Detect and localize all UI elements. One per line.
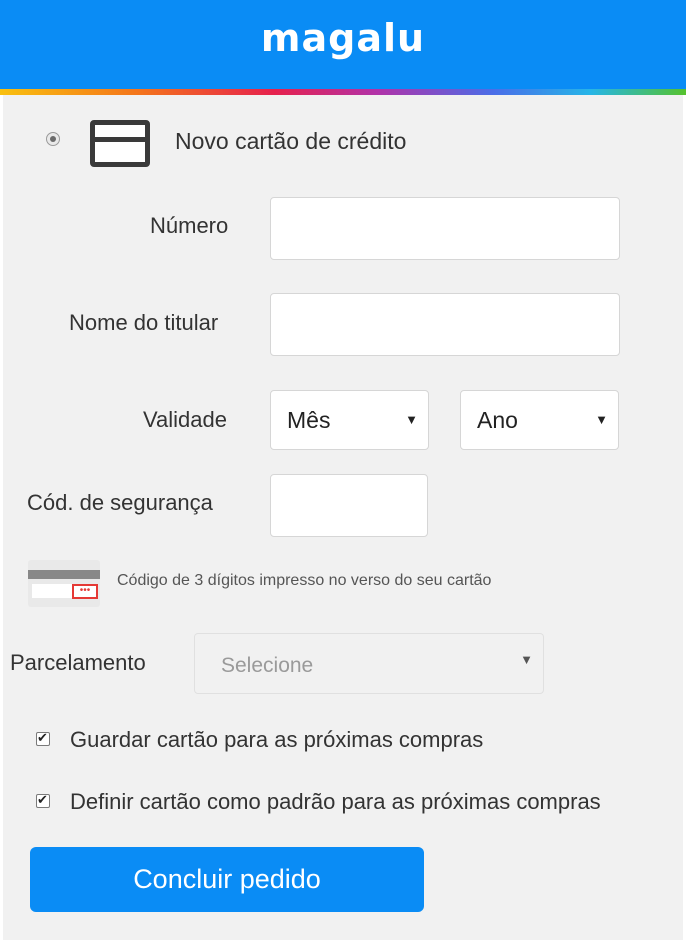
security-code-hint: Código de 3 dígitos impresso no verso do… — [117, 572, 492, 589]
card-number-input[interactable] — [270, 197, 620, 260]
expiry-month-select[interactable]: Mês ▼ — [270, 390, 429, 450]
expiry-year-value: Ano — [477, 407, 518, 433]
card-number-label: Número — [150, 213, 229, 238]
header-rainbow-bar — [0, 89, 686, 95]
new-card-radio[interactable] — [46, 132, 60, 146]
chevron-down-icon: ▼ — [595, 412, 608, 427]
card-back-icon: ••• — [28, 560, 100, 607]
cardholder-name-input[interactable] — [270, 293, 620, 356]
installments-label: Parcelamento — [10, 650, 146, 675]
complete-order-button[interactable]: Concluir pedido — [30, 847, 424, 912]
security-code-label: Cód. de segurança — [27, 490, 213, 515]
installments-placeholder: Selecione — [221, 654, 314, 677]
cardholder-name-label: Nome do titular — [69, 310, 219, 335]
credit-card-icon — [90, 120, 150, 167]
default-card-label: Definir cartão como padrão para as próxi… — [70, 789, 601, 814]
new-card-title: Novo cartão de crédito — [175, 128, 407, 154]
header: magalu — [0, 0, 686, 95]
expiry-month-value: Mês — [287, 407, 331, 433]
security-code-input[interactable] — [270, 474, 428, 537]
installments-select[interactable]: Selecione ▼ — [194, 633, 544, 694]
save-card-label: Guardar cartão para as próximas compras — [70, 727, 484, 752]
default-card-checkbox[interactable] — [36, 792, 50, 808]
left-edge-strip — [0, 95, 3, 940]
chevron-down-icon: ▼ — [520, 652, 533, 667]
chevron-down-icon: ▼ — [405, 412, 418, 427]
save-card-checkbox[interactable] — [36, 730, 50, 746]
expiry-year-select[interactable]: Ano ▼ — [460, 390, 619, 450]
expiry-label: Validade — [143, 407, 227, 432]
magalu-logo: magalu — [260, 16, 426, 60]
